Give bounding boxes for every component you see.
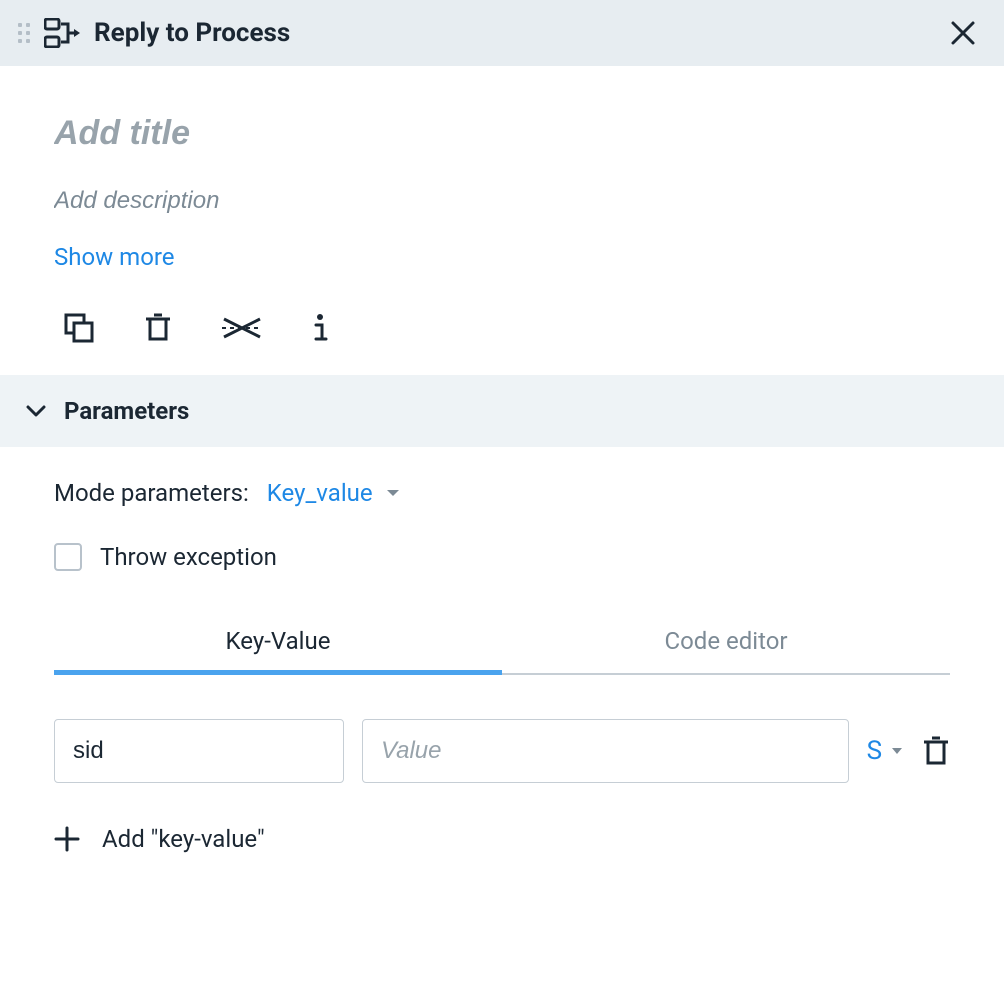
cut-button[interactable] xyxy=(222,315,262,341)
throw-exception-row: Throw exception xyxy=(54,543,950,571)
mode-parameters-label: Mode parameters: xyxy=(54,479,249,507)
copy-icon xyxy=(64,313,94,343)
caret-down-icon xyxy=(890,746,904,756)
caret-down-icon xyxy=(385,487,401,499)
throw-exception-label: Throw exception xyxy=(100,543,277,571)
tab-key-value[interactable]: Key-Value xyxy=(54,611,502,675)
kv-type-select[interactable]: S xyxy=(867,736,904,766)
kv-value-input[interactable] xyxy=(362,719,849,783)
title-input[interactable] xyxy=(54,114,950,153)
copy-button[interactable] xyxy=(64,313,94,343)
trash-icon xyxy=(922,735,950,767)
mode-parameters-value: Key_value xyxy=(267,479,373,507)
panel: Reply to Process Show more xyxy=(0,0,1004,990)
info-icon xyxy=(312,313,328,343)
delete-button[interactable] xyxy=(144,313,172,343)
throw-exception-checkbox[interactable] xyxy=(54,543,82,571)
mode-parameters-select[interactable]: Key_value xyxy=(267,479,401,507)
mode-parameters-row: Mode parameters: Key_value xyxy=(54,479,950,507)
plus-icon xyxy=(54,826,80,852)
action-row xyxy=(54,313,950,343)
header-title: Reply to Process xyxy=(94,18,290,48)
kv-key-input[interactable] xyxy=(54,719,344,783)
tab-code-editor[interactable]: Code editor xyxy=(502,611,950,675)
kv-row: S xyxy=(54,719,950,783)
cut-icon xyxy=(222,315,262,341)
description-input[interactable] xyxy=(54,187,950,215)
add-key-value-label: Add "key-value" xyxy=(102,825,265,853)
close-button[interactable] xyxy=(944,14,982,52)
drag-handle-icon[interactable] xyxy=(18,23,30,43)
parameters-section-header[interactable]: Parameters xyxy=(0,375,1004,447)
show-more-link[interactable]: Show more xyxy=(54,243,175,271)
parameters-section-label: Parameters xyxy=(64,397,189,425)
reply-to-process-icon xyxy=(44,18,80,48)
params-tabs: Key-Value Code editor xyxy=(54,611,950,675)
close-icon xyxy=(950,20,976,46)
content-top: Show more xyxy=(0,66,1004,375)
header-bar: Reply to Process xyxy=(0,0,1004,66)
info-button[interactable] xyxy=(312,313,328,343)
trash-icon xyxy=(144,313,172,343)
kv-delete-button[interactable] xyxy=(922,735,950,767)
add-key-value-button[interactable]: Add "key-value" xyxy=(54,825,950,853)
chevron-down-icon xyxy=(26,404,46,418)
kv-type-value: S xyxy=(867,736,882,766)
parameters-section-body: Mode parameters: Key_value Throw excepti… xyxy=(0,447,1004,893)
